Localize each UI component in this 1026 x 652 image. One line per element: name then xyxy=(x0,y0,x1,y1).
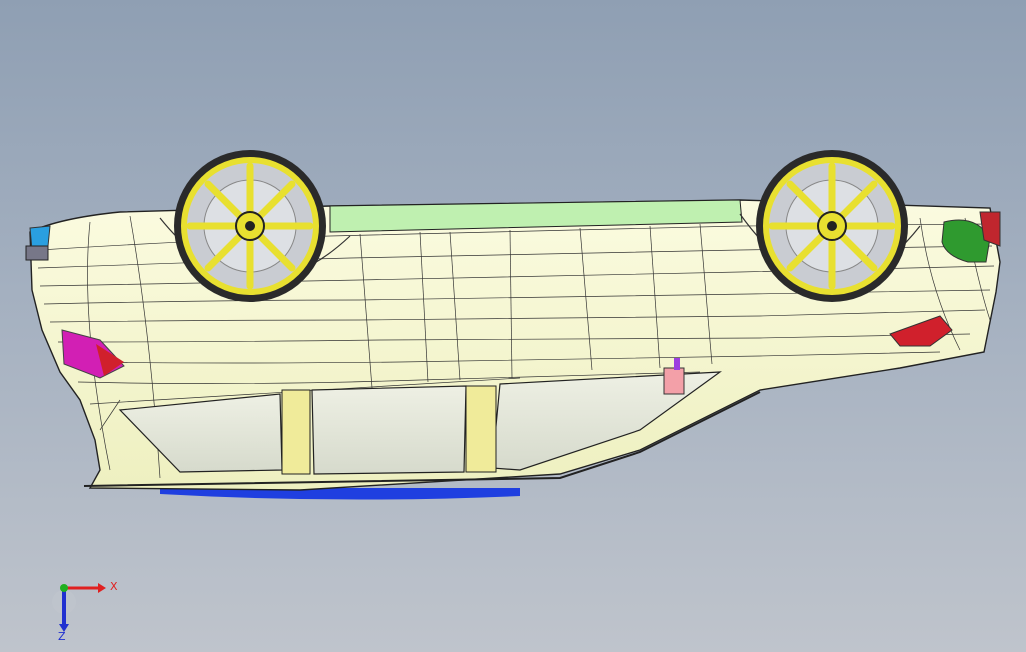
front-wheel xyxy=(174,150,326,302)
bumper-clip-icon xyxy=(25,245,49,261)
pillar-b xyxy=(281,389,311,475)
marker-purple-icon xyxy=(674,358,680,370)
rear-wheel xyxy=(756,150,908,302)
pillar-c xyxy=(465,385,497,473)
car-model[interactable] xyxy=(0,0,1026,652)
fuel-door-icon xyxy=(663,367,685,395)
x-axis-label: X xyxy=(110,580,118,593)
y-axis-icon xyxy=(60,584,68,592)
axis-triad: X Z xyxy=(52,580,118,640)
graphics-viewport[interactable]: X Z xyxy=(0,0,1026,652)
window-middle xyxy=(311,385,467,475)
z-axis-label: Z xyxy=(58,630,66,640)
